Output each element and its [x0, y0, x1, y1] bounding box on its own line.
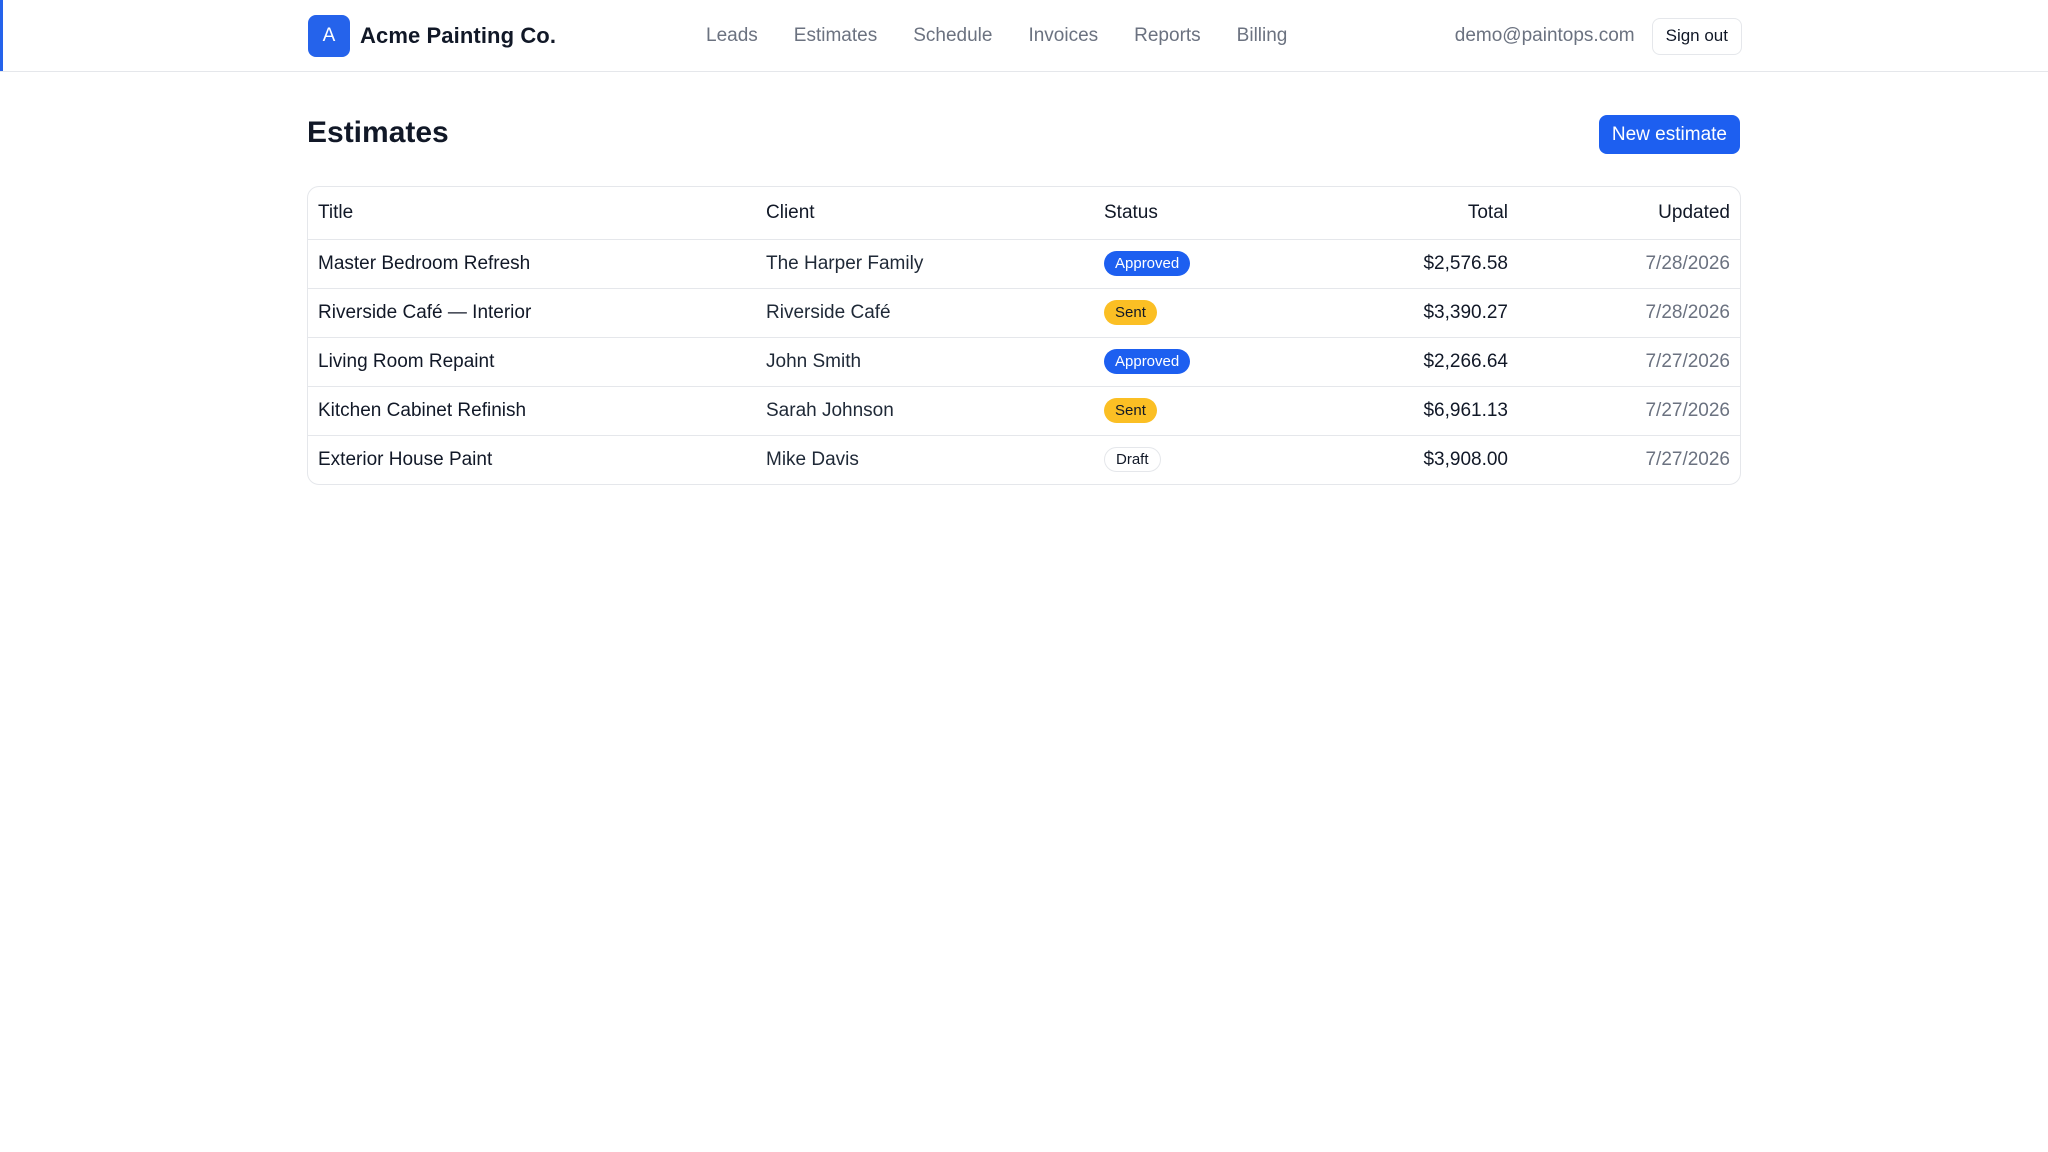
estimate-total: $3,908.00	[1423, 448, 1508, 470]
status-badge: Sent	[1104, 300, 1157, 325]
table-header-row: Title Client Status Total Updated	[308, 187, 1740, 240]
table-row[interactable]: Riverside Café — Interior Riverside Café…	[308, 288, 1740, 338]
nav-reports[interactable]: Reports	[1134, 25, 1201, 47]
nav-estimates[interactable]: Estimates	[794, 25, 877, 47]
sign-out-button[interactable]: Sign out	[1651, 17, 1742, 55]
new-estimate-button[interactable]: New estimate	[1598, 115, 1740, 154]
estimate-updated: 7/27/2026	[1645, 448, 1730, 470]
status-badge: Sent	[1104, 398, 1157, 423]
estimate-client: John Smith	[756, 337, 1094, 387]
nav-schedule[interactable]: Schedule	[913, 25, 992, 47]
estimate-client: The Harper Family	[756, 239, 1094, 289]
table-row[interactable]: Exterior House Paint Mike Davis Draft $3…	[308, 435, 1740, 484]
estimate-status-cell: Draft	[1094, 435, 1318, 484]
estimate-client: Mike Davis	[766, 448, 859, 470]
estimate-updated: 7/28/2026	[1518, 239, 1740, 289]
nav-invoices[interactable]: Invoices	[1028, 25, 1098, 47]
user-area: demo@paintops.com Sign out	[1455, 0, 1742, 72]
estimate-title[interactable]: Riverside Café — Interior	[308, 288, 756, 338]
estimates-table: Title Client Status Total Updated Master…	[307, 186, 1741, 485]
status-badge: Approved	[1104, 349, 1191, 374]
estimate-title[interactable]: Exterior House Paint	[308, 435, 756, 484]
brand-name: Acme Painting Co.	[360, 23, 557, 48]
estimate-total: $3,390.27	[1318, 288, 1518, 338]
status-badge: Draft	[1104, 447, 1161, 473]
column-header-updated[interactable]: Updated	[1518, 187, 1740, 240]
status-badge: Approved	[1104, 251, 1191, 276]
estimate-total: $2,266.64	[1318, 337, 1518, 387]
table-row[interactable]: Master Bedroom Refresh The Harper Family…	[308, 239, 1740, 289]
estimate-status-cell: Sent	[1094, 386, 1318, 436]
estimate-updated: 7/28/2026	[1518, 288, 1740, 338]
page-title: Estimates	[307, 116, 449, 149]
column-header-client[interactable]: Client	[756, 187, 1094, 240]
estimate-total: $6,961.13	[1318, 386, 1518, 436]
brand-logo-icon: A	[308, 15, 350, 57]
estimate-client: Riverside Café	[756, 288, 1094, 338]
top-navbar: A Acme Painting Co. Leads Estimates Sche…	[0, 0, 2048, 72]
user-email: demo@paintops.com	[1454, 25, 1635, 46]
estimate-status-cell: Sent	[1094, 288, 1318, 338]
table-row[interactable]: Kitchen Cabinet Refinish Sarah Johnson S…	[308, 386, 1740, 436]
estimate-title[interactable]: Living Room Repaint	[308, 337, 756, 387]
brand[interactable]: A Acme Painting Co.	[308, 15, 556, 57]
column-header-status[interactable]: Status	[1094, 187, 1318, 240]
nav-billing[interactable]: Billing	[1237, 25, 1288, 47]
nav-leads[interactable]: Leads	[706, 25, 758, 47]
estimate-total: $2,576.58	[1318, 239, 1518, 289]
estimate-title[interactable]: Master Bedroom Refresh	[308, 239, 756, 289]
estimate-updated: 7/27/2026	[1518, 337, 1740, 387]
estimate-status-cell: Approved	[1094, 337, 1318, 387]
estimate-status-cell: Approved	[1094, 239, 1318, 289]
estimate-title[interactable]: Kitchen Cabinet Refinish	[308, 386, 756, 436]
estimate-updated: 7/27/2026	[1518, 386, 1740, 436]
estimate-client: Sarah Johnson	[756, 386, 1094, 436]
main-nav: Leads Estimates Schedule Invoices Report…	[706, 0, 1287, 72]
table-row[interactable]: Living Room Repaint John Smith Approved …	[308, 337, 1740, 387]
column-header-title[interactable]: Title	[308, 187, 756, 240]
column-header-total[interactable]: Total	[1318, 187, 1518, 240]
